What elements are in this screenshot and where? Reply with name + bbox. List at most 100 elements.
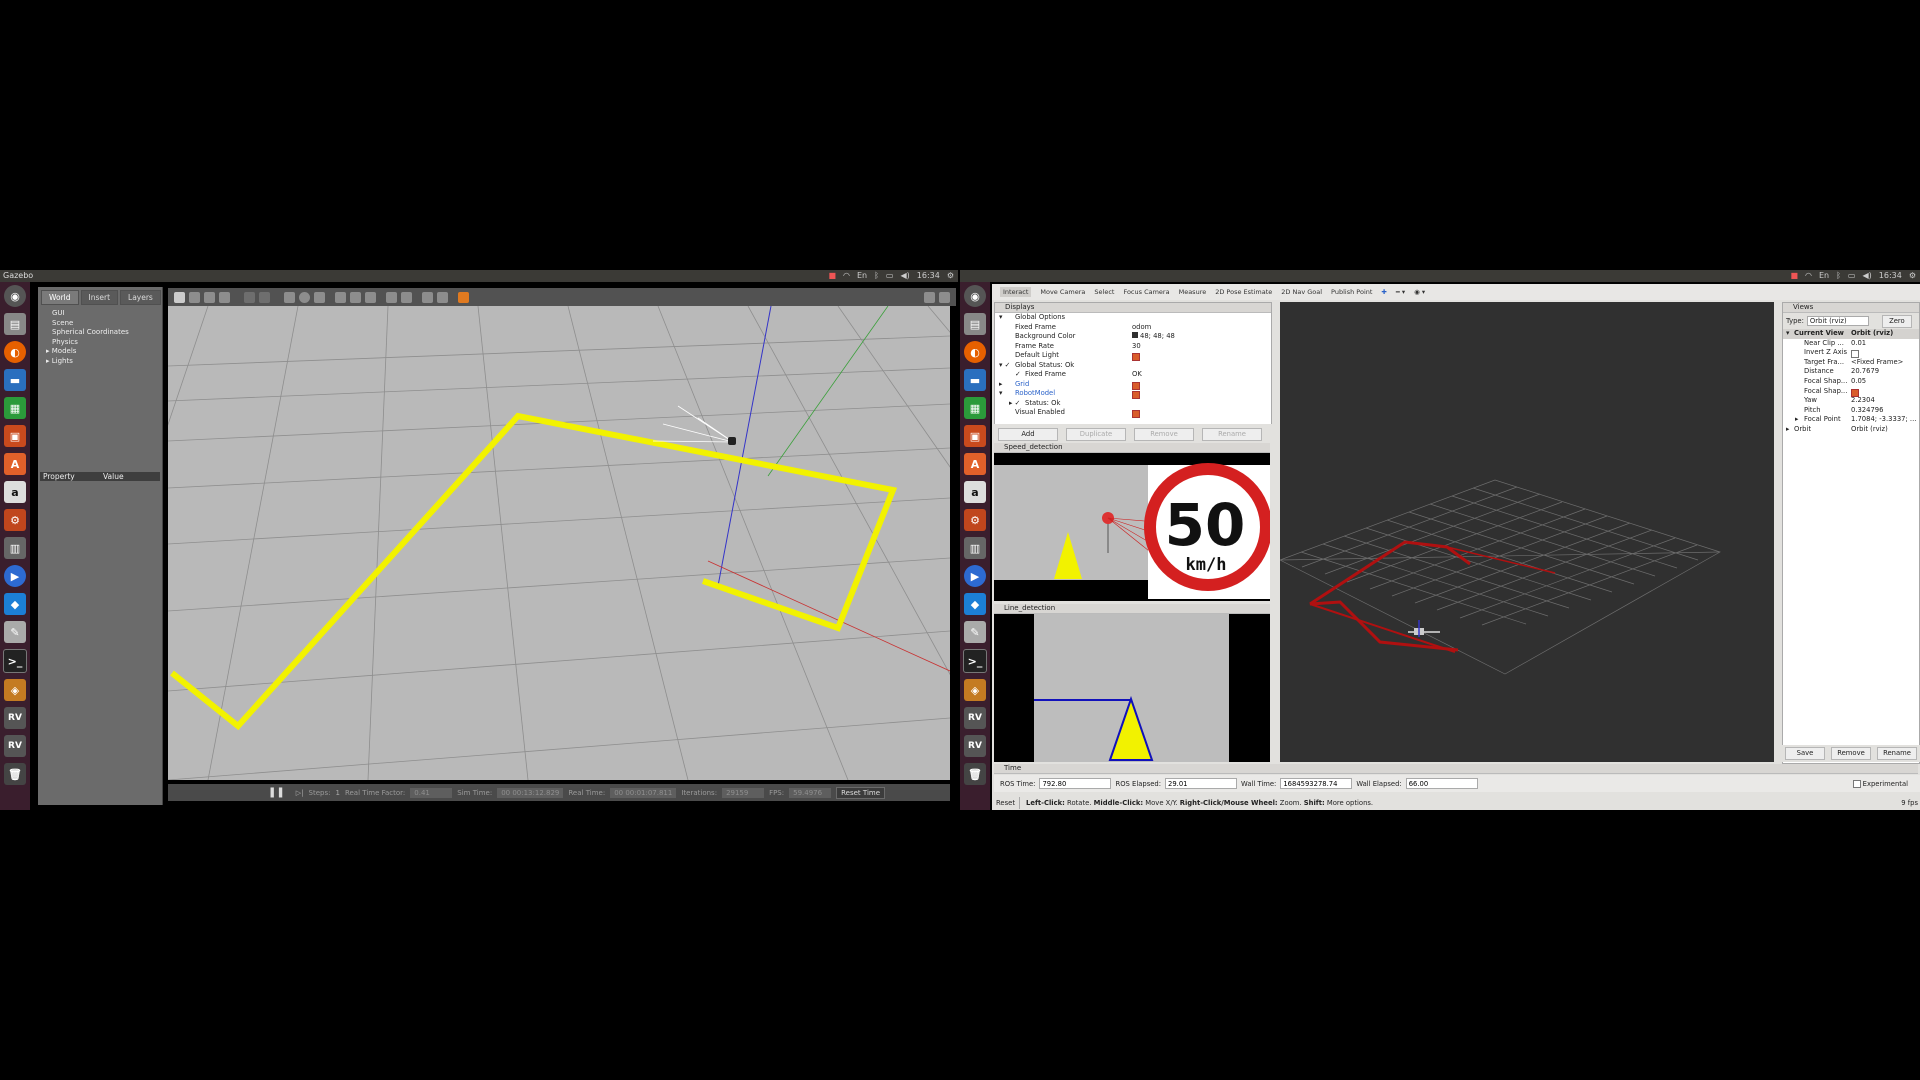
tab-insert[interactable]: Insert [80, 290, 119, 305]
bluetooth-icon[interactable]: ᛒ [874, 270, 879, 282]
copy-icon[interactable] [386, 291, 397, 303]
tool-move-camera[interactable]: Move Camera [1040, 288, 1085, 296]
reset-time-button[interactable]: Reset Time [836, 786, 886, 799]
amazon-icon[interactable]: a [964, 481, 986, 503]
rviz-3d-view[interactable] [1279, 302, 1774, 762]
views-row-focal-point[interactable]: ▸ Focal Point 1.7084; -3.3337; ... [1783, 415, 1919, 425]
record-icon-right[interactable]: ■ [1790, 270, 1798, 282]
wifi-icon[interactable]: ◠ [843, 270, 850, 282]
ubuntu-dash-icon[interactable]: ◉ [964, 285, 986, 307]
views-value[interactable]: 1.7084; -3.3337; ... [1851, 415, 1916, 425]
views-value[interactable]: 2.2304 [1851, 396, 1875, 406]
expand-icon[interactable]: ▾ ✓ [999, 361, 1010, 371]
ubuntu-dash-icon[interactable]: ◉ [4, 285, 26, 307]
display-row-global-options[interactable]: ▾ Global Options [995, 313, 1271, 323]
expand-icon[interactable]: ▾ [1786, 329, 1789, 339]
remove-button[interactable]: Remove [1134, 428, 1194, 441]
wifi-icon-right[interactable]: ◠ [1805, 270, 1812, 282]
tree-item-models[interactable]: Models [52, 347, 77, 355]
display-row-fixed-frame[interactable]: Fixed Frame odom [995, 323, 1271, 333]
point-light-icon[interactable] [335, 291, 346, 303]
cylinder-icon[interactable] [314, 291, 325, 303]
gazebo-icon[interactable]: ◈ [964, 679, 986, 701]
clock-right[interactable]: 16:34 [1879, 270, 1902, 282]
rviz-icon[interactable]: RV [964, 707, 986, 729]
calc-icon[interactable]: ▦ [964, 397, 986, 419]
files-icon[interactable]: ▤ [4, 313, 26, 335]
trash-icon[interactable]: 🗑 [964, 763, 986, 785]
system-settings-icon[interactable]: ⚙ [964, 509, 986, 531]
experimental-option[interactable]: Experimental [1852, 779, 1908, 788]
rviz-icon-2[interactable]: RV [4, 735, 26, 757]
wall-elapsed-field[interactable] [1405, 778, 1478, 789]
tool-2d-pose-estimate[interactable]: 2D Pose Estimate [1215, 288, 1272, 296]
writer-icon[interactable]: ▬ [4, 369, 26, 391]
rviz-icon-2[interactable]: RV [964, 735, 986, 757]
tool-focus-camera[interactable]: Focus Camera [1123, 288, 1169, 296]
views-row-near-clip[interactable]: Near Clip ... 0.01 [1783, 339, 1919, 349]
keyboard-indicator[interactable]: En [857, 270, 867, 282]
redo-icon[interactable] [259, 291, 270, 303]
views-value[interactable]: 0.05 [1851, 377, 1866, 387]
display-row-bg-color[interactable]: Background Color 48; 48; 48 [995, 332, 1271, 342]
rviz-scene[interactable] [1279, 302, 1774, 762]
views-save-button[interactable]: Save [1785, 747, 1825, 760]
views-rename-button[interactable]: Rename [1877, 747, 1917, 760]
views-row-orbit[interactable]: ▸ Orbit Orbit (rviz) [1783, 425, 1919, 435]
software-updater-icon[interactable]: ▥ [964, 537, 986, 559]
pause-icon[interactable]: ❚❚ [268, 787, 285, 798]
keyboard-indicator-right[interactable]: En [1819, 270, 1829, 282]
display-row-global-status[interactable]: ▾ ✓ Global Status: Ok [995, 361, 1271, 371]
expand-icon[interactable]: ▸ [1795, 415, 1798, 425]
change-view-icon[interactable] [458, 291, 469, 303]
rename-button[interactable]: Rename [1202, 428, 1262, 441]
display-row-fixed-frame-status[interactable]: ✓ Fixed Frame OK [995, 370, 1271, 380]
views-row-distance[interactable]: Distance 20.7679 [1783, 367, 1919, 377]
tree-item-spherical[interactable]: Spherical Coordinates [46, 328, 154, 338]
battery-icon[interactable]: ▭ [886, 270, 894, 282]
clock[interactable]: 16:34 [917, 270, 940, 282]
tool-publish-point[interactable]: Publish Point [1331, 288, 1372, 296]
rviz-icon[interactable]: RV [4, 707, 26, 729]
screenshot-icon[interactable] [924, 291, 935, 303]
display-row-grid[interactable]: ▸ Grid [995, 380, 1271, 390]
text-editor-icon[interactable]: ✎ [964, 621, 986, 643]
step-icon[interactable]: ▷| [296, 789, 304, 797]
display-value[interactable]: odom [1132, 323, 1151, 333]
tree-item-lights-row[interactable]: ▸ Lights [46, 357, 154, 367]
bluetooth-icon-right[interactable]: ᛒ [1836, 270, 1841, 282]
views-row-pitch[interactable]: Pitch 0.324796 [1783, 406, 1919, 416]
paste-icon[interactable] [401, 291, 412, 303]
tab-layers[interactable]: Layers [120, 290, 161, 305]
volume-icon[interactable]: ◀) [900, 270, 909, 282]
terminal-icon[interactable]: >_ [963, 649, 987, 673]
undo-icon[interactable] [244, 291, 255, 303]
trash-icon[interactable]: 🗑 [4, 763, 26, 785]
add-tool-icon[interactable]: ✚ [1381, 288, 1386, 296]
tree-item-physics[interactable]: Physics [46, 338, 154, 348]
volume-icon-right[interactable]: ◀) [1862, 270, 1871, 282]
select-arrow-icon[interactable] [174, 291, 185, 303]
views-row-current[interactable]: ▾ Current View Orbit (rviz) [1783, 329, 1919, 339]
log-icon[interactable] [939, 291, 950, 303]
media-player-icon[interactable]: ▶ [964, 565, 986, 587]
remove-tool-icon[interactable]: ━ ▾ [1396, 288, 1405, 296]
views-type-select[interactable]: Orbit (rviz) [1806, 316, 1869, 326]
views-row-focal-shape-fixed[interactable]: Focal Shap... [1783, 387, 1919, 397]
sphere-icon[interactable] [299, 291, 310, 303]
tree-item-gui[interactable]: GUI [46, 309, 154, 319]
views-row-target-frame[interactable]: Target Fra... <Fixed Frame> [1783, 358, 1919, 368]
robot-model[interactable] [728, 437, 736, 445]
views-value[interactable]: 20.7679 [1851, 367, 1879, 377]
display-value[interactable]: 48; 48; 48 [1132, 332, 1175, 342]
display-row-default-light[interactable]: Default Light [995, 351, 1271, 361]
impress-icon[interactable]: ▣ [964, 425, 986, 447]
views-value[interactable]: 0.01 [1851, 339, 1866, 349]
expand-icon[interactable]: ▸ ✓ [1009, 399, 1020, 409]
battery-icon-right[interactable]: ▭ [1848, 270, 1856, 282]
directional-light-icon[interactable] [365, 291, 376, 303]
display-value[interactable]: 30 [1132, 342, 1141, 352]
expand-icon[interactable]: ▸ [1786, 425, 1789, 435]
text-editor-icon[interactable]: ✎ [4, 621, 26, 643]
display-row-frame-rate[interactable]: Frame Rate 30 [995, 342, 1271, 352]
